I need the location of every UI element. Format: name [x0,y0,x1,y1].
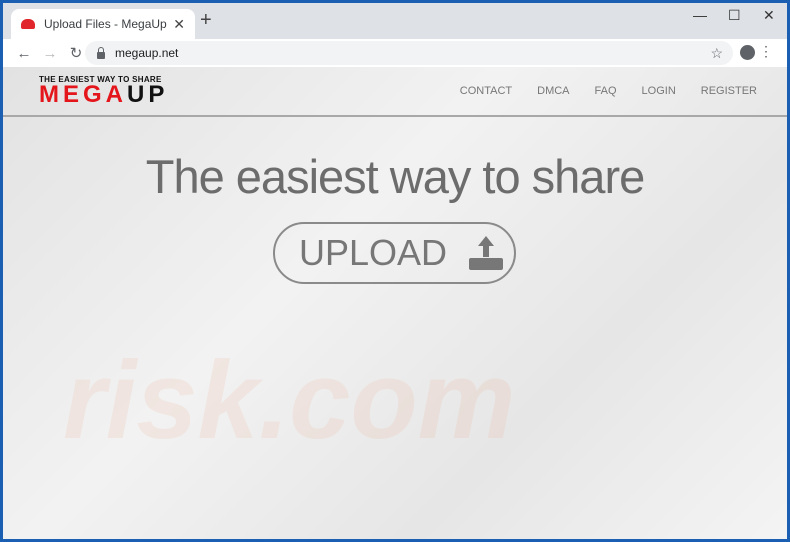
minimize-button[interactable]: — [693,7,707,23]
lock-icon [97,46,105,59]
tab-title: Upload Files - MegaUp [44,17,167,31]
page-content: risk.com THE EASIEST WAY TO SHARE MEGAUP… [3,67,787,539]
cloud-favicon-icon [21,19,35,29]
address-bar-row: ← → ↻ megaup.net ☆ ⋮ [3,39,787,67]
url-text: megaup.net [115,46,179,60]
nav-faq[interactable]: FAQ [595,85,617,97]
profile-icon[interactable] [740,45,755,60]
nav-dmca[interactable]: DMCA [537,85,569,97]
browser-tab[interactable]: Upload Files - MegaUp ✕ [11,9,195,39]
bookmark-star-icon[interactable]: ☆ [710,45,723,62]
nav-register[interactable]: REGISTER [701,85,757,97]
close-window-button[interactable]: ✕ [763,7,775,24]
nav-login[interactable]: LOGIN [642,85,676,97]
upload-icon [469,236,504,270]
site-header: THE EASIEST WAY TO SHARE MEGAUP CONTACT … [3,67,787,117]
headline: The easiest way to share [145,150,646,203]
tab-bar: Upload Files - MegaUp ✕ + — ☐ ✕ [3,3,787,39]
menu-icon[interactable]: ⋮ [759,43,773,60]
back-icon[interactable]: ← [11,45,37,62]
maximize-button[interactable]: ☐ [728,7,741,24]
url-field[interactable]: megaup.net ☆ [85,41,733,65]
forward-icon[interactable]: → [37,45,63,62]
watermark: risk.com [63,339,516,462]
site-nav: CONTACT DMCA FAQ LOGIN REGISTER [460,85,757,97]
browser-window: Upload Files - MegaUp ✕ + — ☐ ✕ ← → ↻ me… [3,3,787,539]
close-tab-icon[interactable]: ✕ [173,16,185,33]
megaup-logo[interactable]: THE EASIEST WAY TO SHARE MEGAUP [39,75,169,108]
upload-label: UPLOAD [299,232,448,273]
logo-mega: MEGA [39,81,127,108]
upload-button[interactable]: UPLOAD [273,222,516,284]
logo-up: UP [127,81,169,108]
new-tab-button[interactable]: + [200,9,212,32]
nav-contact[interactable]: CONTACT [460,85,512,97]
